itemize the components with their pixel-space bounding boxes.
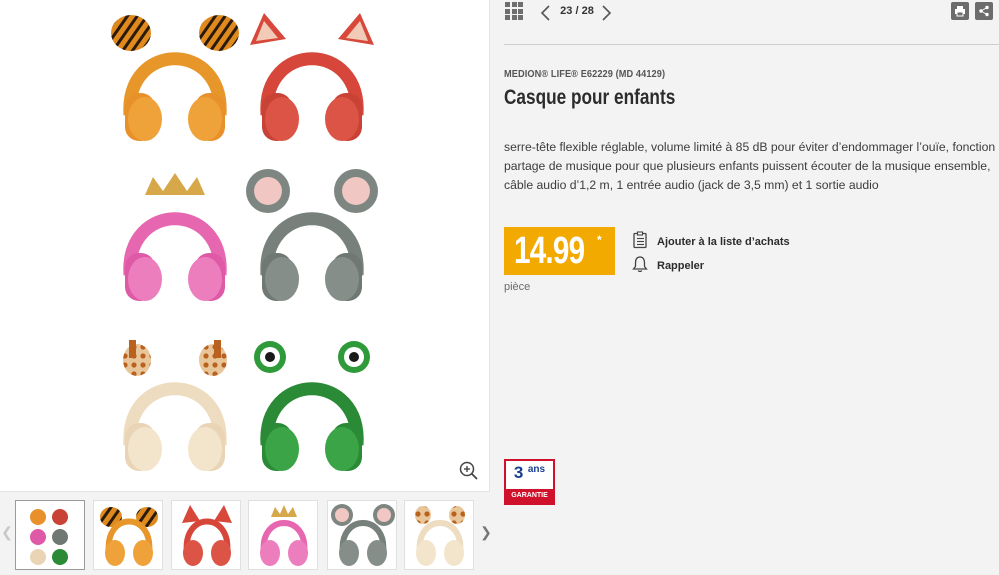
wishlist-label: Ajouter à la liste d’achats [657, 236, 790, 248]
thumbnail-giraffe[interactable] [404, 500, 474, 570]
price-footnote: * [597, 233, 602, 247]
divider [504, 44, 999, 45]
tiger-headphones [111, 15, 239, 141]
product-title: Casque pour enfants [504, 86, 676, 109]
fox-headphones [250, 13, 374, 141]
add-to-wishlist-button[interactable]: Ajouter à la liste d’achats [631, 230, 790, 254]
bell-icon [631, 255, 649, 278]
thumbnail-crown[interactable] [248, 500, 318, 570]
warranty-years-number: 3 [513, 463, 524, 482]
clipboard-list-icon [631, 230, 649, 254]
price-unit: pièce [504, 281, 531, 293]
thumbnail-strip: ❮ ❯ [0, 492, 493, 575]
warranty-years: 3 ans [506, 463, 553, 483]
printer-icon[interactable] [951, 2, 969, 20]
chevron-left-icon[interactable] [539, 4, 551, 22]
thumbnail-tiger[interactable] [93, 500, 163, 570]
gallery-topbar: 23 / 28 [490, 0, 999, 30]
thumbnail-mouse[interactable] [327, 500, 397, 570]
price-value: 14.99 [514, 230, 585, 272]
warranty-band: GARANTIE [506, 489, 553, 503]
remind-label: Rappeler [657, 260, 705, 272]
product-brand: MEDION® LIFE® E62229 (MD 44129) [504, 69, 666, 80]
product-detail-page: ❮ ❯ 23 / 28 MEDION® LIFE® E62229 (MD 441… [0, 0, 999, 575]
warranty-badge: 3 ans GARANTIE [504, 459, 555, 505]
main-product-image[interactable] [0, 0, 490, 492]
grid-icon[interactable] [505, 2, 523, 20]
image-counter: 23 / 28 [560, 5, 594, 17]
remind-button[interactable]: Rappeler [631, 255, 705, 278]
headphones-collage-image [111, 13, 378, 471]
mouse-headphones [246, 169, 378, 301]
product-description: serre-tête flexible réglable, volume lim… [504, 140, 996, 192]
frog-headphones [254, 341, 370, 471]
thumbnail-collage[interactable] [15, 500, 85, 570]
share-icon[interactable] [975, 2, 993, 20]
crown-headphones [123, 173, 227, 301]
thumb-prev-icon[interactable]: ❮ [0, 520, 14, 544]
price-badge: 14.99 * [504, 227, 615, 275]
chevron-right-icon[interactable] [601, 4, 613, 22]
giraffe-headphones [123, 340, 227, 471]
zoom-in-icon[interactable] [458, 460, 480, 482]
warranty-years-unit: ans [527, 464, 546, 475]
thumbnail-fox[interactable] [171, 500, 241, 570]
thumb-next-icon[interactable]: ❯ [479, 520, 493, 544]
